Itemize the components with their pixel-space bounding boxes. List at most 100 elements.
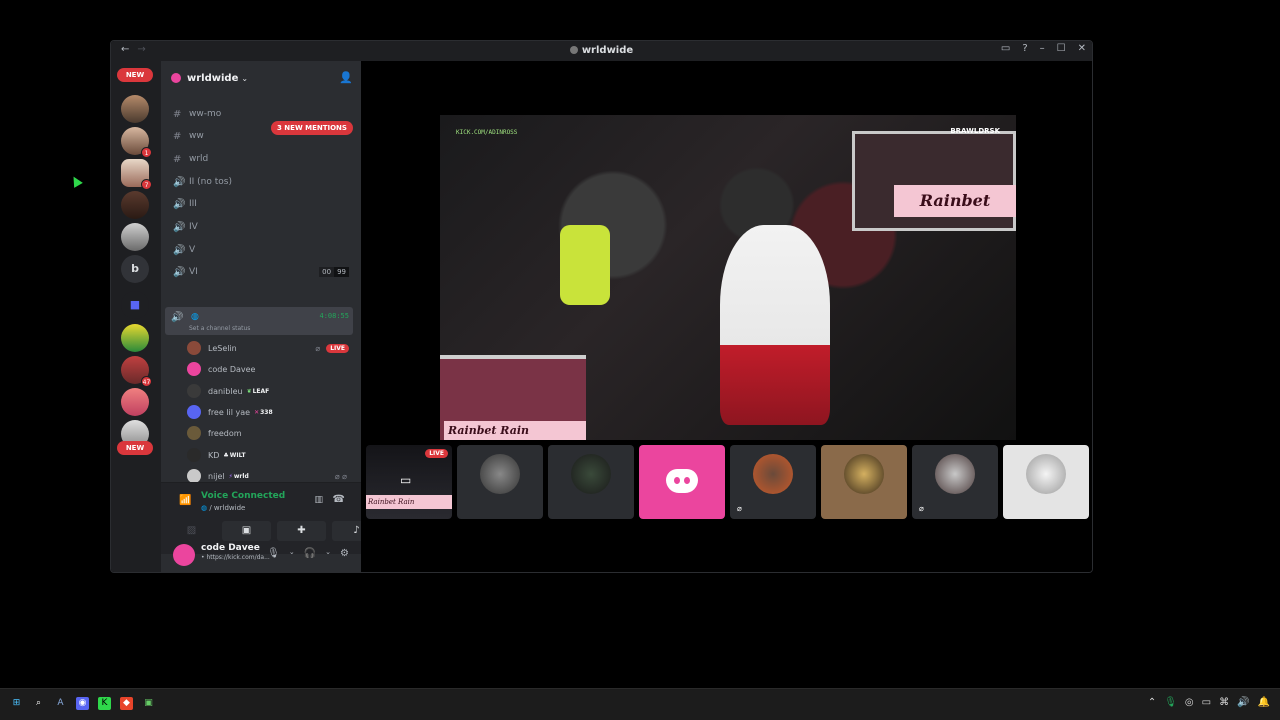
avatar xyxy=(571,454,611,494)
channel-wrld[interactable]: # wrld xyxy=(173,149,353,169)
user-limit: 99 xyxy=(334,267,349,277)
server-icon-letter[interactable]: b xyxy=(121,255,149,283)
server-icon[interactable]: 7 xyxy=(121,159,152,190)
speaker-icon: 🔊 xyxy=(173,176,186,188)
voice-user[interactable]: LeSelin ⌀ LIVE xyxy=(187,338,353,358)
channel-name: IV xyxy=(189,222,198,232)
gear-icon[interactable]: ⚙ xyxy=(340,548,349,559)
channel-voice-v[interactable]: 🔊 V xyxy=(173,240,353,260)
screen-share-stream[interactable]: Rainbet Rainbet Rain KICK.COM/ADINROSS B… xyxy=(440,115,1016,440)
channel-ww[interactable]: # ww xyxy=(173,126,353,146)
voice-user[interactable]: free lil yae ✕ 338 xyxy=(187,402,353,422)
browser-taskbar-icon[interactable]: ◆ xyxy=(120,697,133,710)
new-unreads-top-pill[interactable]: NEW xyxy=(117,68,153,82)
app-icon[interactable]: A xyxy=(54,697,67,710)
chevron-down-icon[interactable]: ⌄ xyxy=(289,548,295,559)
kick-taskbar-icon[interactable]: K xyxy=(98,697,111,710)
chevron-down-icon: ⌄ xyxy=(241,73,249,83)
server-icon[interactable]: 1 xyxy=(121,127,152,158)
participant-tile[interactable] xyxy=(548,445,634,519)
mouse-cursor xyxy=(69,174,83,188)
folder-icon[interactable]: ■ xyxy=(121,291,149,319)
steam-icon[interactable]: ◎ xyxy=(1185,697,1194,708)
server-avatar-icon xyxy=(569,46,578,54)
window-title: wrldwide xyxy=(111,45,1092,56)
channel-status-placeholder[interactable]: Set a channel status xyxy=(189,325,250,332)
channel-voice-vi[interactable]: 🔊 VI 00 99 xyxy=(173,262,353,282)
microphone-icon[interactable]: 🎙 xyxy=(1164,697,1177,708)
windows-start-icon[interactable]: ⊞ xyxy=(10,697,23,710)
chevron-down-icon[interactable]: ⌄ xyxy=(325,548,331,559)
server-icon[interactable] xyxy=(121,223,149,251)
volume-icon[interactable]: 🔊 xyxy=(1237,697,1249,708)
clan-tag-icon: ♣ xyxy=(223,451,229,459)
terminal-taskbar-icon[interactable]: ▣ xyxy=(142,697,155,710)
voice-user[interactable]: KD ♣ WILT xyxy=(187,445,353,465)
stream-preview-tile[interactable]: LIVE ▭ Rainbet Rain xyxy=(366,445,452,519)
hash-icon: # xyxy=(173,108,182,120)
discord-window: ← → wrldwide ▭ ? – ☐ ✕ NEW 1 7 b ■ 47 NE… xyxy=(110,40,1093,573)
invite-people-icon[interactable]: 👤 xyxy=(339,71,353,84)
channel-voice-iv[interactable]: 🔊 IV xyxy=(173,217,353,237)
server-header[interactable]: wrldwide ⌄ 👤 xyxy=(161,61,361,95)
speaker-icon: 🔊 xyxy=(173,198,186,210)
avatar xyxy=(187,426,201,440)
signal-icon[interactable]: 📶 xyxy=(179,495,191,506)
new-unreads-bottom-pill[interactable]: NEW xyxy=(117,441,153,455)
camera-off-button[interactable]: ▨ xyxy=(167,521,216,541)
user-name[interactable]: code Davee xyxy=(201,543,260,553)
server-icon[interactable]: 47 xyxy=(121,356,152,387)
help-button[interactable]: ? xyxy=(1022,43,1027,54)
server-icon[interactable] xyxy=(121,191,149,219)
screen-icon: ▭ xyxy=(400,473,412,487)
close-button[interactable]: ✕ xyxy=(1078,43,1086,54)
channel-voice-iii[interactable]: 🔊 III xyxy=(173,194,353,214)
participant-tile-default[interactable] xyxy=(639,445,725,519)
disconnect-icon[interactable]: ☎ xyxy=(333,494,345,505)
discord-taskbar-icon[interactable]: ◉ xyxy=(76,697,89,710)
voice-connection-panel: 📶 Voice Connected ◍ / wrldwide ▥ ☎ ▨ ▣ ✚… xyxy=(161,482,381,554)
user-custom-status[interactable]: • https://kick.com/da... xyxy=(201,554,270,561)
screen-share-button[interactable]: ▣ xyxy=(222,521,271,541)
chevron-up-icon[interactable]: ⌃ xyxy=(1148,697,1156,708)
maximize-button[interactable]: ☐ xyxy=(1057,43,1066,54)
voice-channel-path[interactable]: ◍ / wrldwide xyxy=(201,504,245,512)
boxer-figure xyxy=(720,225,830,425)
headphones-icon[interactable]: 🎧 xyxy=(304,548,316,559)
voice-user[interactable]: freedom xyxy=(187,423,353,443)
participant-tile[interactable] xyxy=(1003,445,1089,519)
microphone-icon[interactable]: 🎙 xyxy=(267,548,280,559)
active-voice-channel[interactable]: 🔊 ◍ 4:08:55 Set a channel status xyxy=(165,307,353,335)
participant-tile[interactable] xyxy=(457,445,543,519)
voice-user[interactable]: danibleu ❦ LEAF xyxy=(187,381,353,401)
voice-connected-label[interactable]: Voice Connected xyxy=(201,491,285,501)
channel-voice-ii[interactable]: 🔊 II (no tos) xyxy=(173,172,353,192)
voice-user[interactable]: code Davee xyxy=(187,359,353,379)
notification-bell-icon[interactable]: 🔔 xyxy=(1258,697,1270,708)
participant-tile[interactable]: ⌀ xyxy=(730,445,816,519)
minimize-button[interactable]: – xyxy=(1040,43,1045,54)
user-limit-counter: 00 99 xyxy=(319,267,349,277)
voice-user-name: LeSelin xyxy=(208,343,237,353)
desktop: ← → wrldwide ▭ ? – ☐ ✕ NEW 1 7 b ■ 47 NE… xyxy=(0,0,1280,688)
noise-suppression-icon[interactable]: ▥ xyxy=(314,495,323,505)
server-icon[interactable] xyxy=(121,95,149,123)
activities-button[interactable]: ✚ xyxy=(277,521,326,541)
server-icon[interactable] xyxy=(121,324,149,352)
discord-logo-icon xyxy=(666,469,698,493)
avatar xyxy=(480,454,520,494)
mention-badge: 1 xyxy=(141,147,152,158)
system-tray: ⌃ 🎙 ◎ ▭ ⌘ 🔊 🔔 xyxy=(1148,697,1270,708)
participant-tile[interactable] xyxy=(821,445,907,519)
muted-mic-icon: ⌀ xyxy=(315,343,321,353)
user-avatar[interactable] xyxy=(173,544,195,566)
clan-tag: LEAF xyxy=(252,387,270,395)
clan-tag-icon: ⚡ xyxy=(228,472,233,480)
server-header-icon xyxy=(171,73,181,83)
participant-tile[interactable]: ⌀ xyxy=(912,445,998,519)
server-icon[interactable] xyxy=(121,388,149,416)
inbox-icon[interactable]: ▭ xyxy=(1001,43,1010,54)
display-icon[interactable]: ▭ xyxy=(1202,697,1211,708)
search-icon[interactable]: ⌕ xyxy=(32,697,45,710)
network-icon[interactable]: ⌘ xyxy=(1219,697,1229,708)
